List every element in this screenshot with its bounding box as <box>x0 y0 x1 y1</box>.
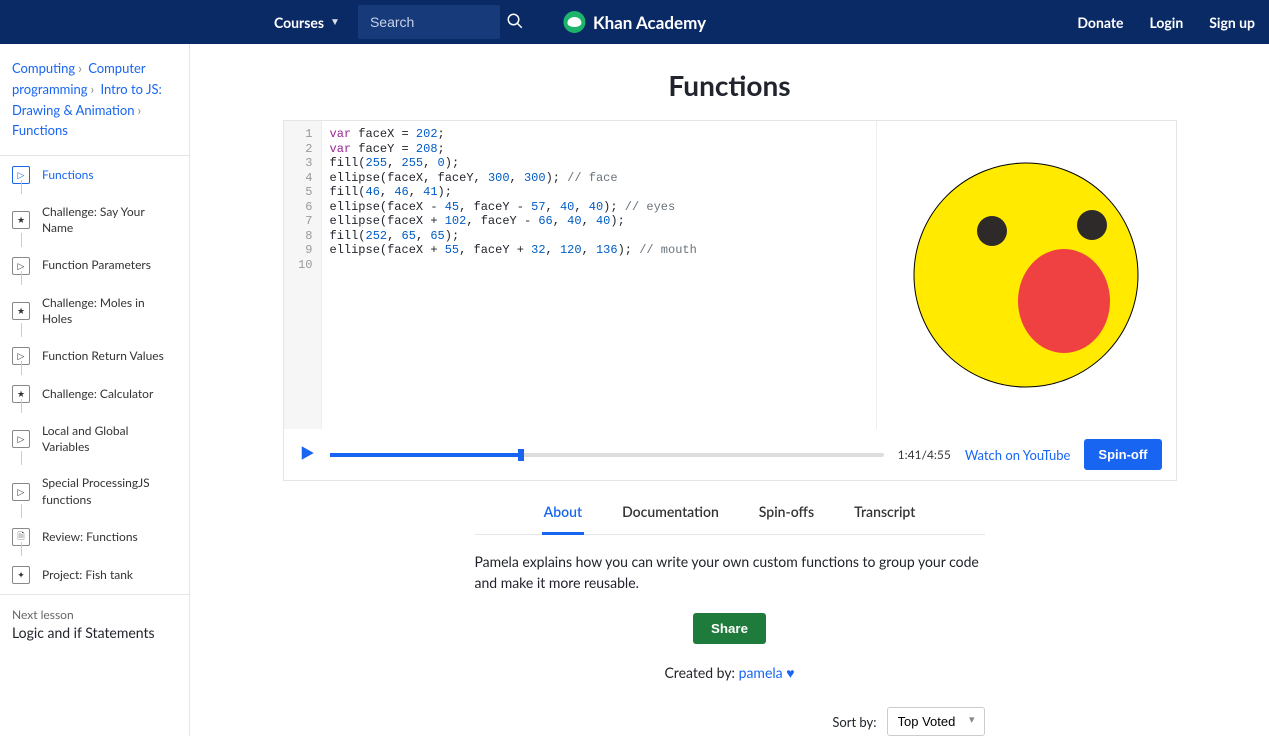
lesson-label: Challenge: Moles in Holes <box>42 295 177 327</box>
login-link[interactable]: Login <box>1150 14 1184 31</box>
page-title: Functions <box>668 68 790 102</box>
brand-logo[interactable]: Khan Academy <box>563 11 706 33</box>
proj-icon: ✦ <box>12 566 30 584</box>
search-input[interactable] <box>370 14 488 30</box>
lesson-label: Challenge: Calculator <box>42 386 153 402</box>
tab-documentation[interactable]: Documentation <box>620 503 721 534</box>
progress-thumb[interactable] <box>518 449 524 461</box>
author-link[interactable]: pamela <box>739 664 783 681</box>
watch-on-youtube-link[interactable]: Watch on YouTube <box>965 447 1071 463</box>
info-tabs: About Documentation Spin-offs Transcript <box>475 503 985 535</box>
breadcrumb-link[interactable]: Computing <box>12 60 75 76</box>
search-box[interactable] <box>358 5 500 39</box>
main-content: Functions 12345678910 var faceX = 202; v… <box>190 44 1269 736</box>
breadcrumb-link[interactable]: Functions <box>12 122 68 138</box>
lesson-item[interactable]: ★ Challenge: Moles in Holes <box>0 285 189 337</box>
sort-row: Sort by: Top Voted <box>475 707 985 736</box>
next-lesson-title: Logic and if Statements <box>12 624 177 641</box>
signup-link[interactable]: Sign up <box>1209 14 1255 31</box>
lesson-label: Function Parameters <box>42 257 151 273</box>
courses-dropdown[interactable]: Courses ▼ <box>274 14 340 31</box>
code-player: 12345678910 var faceX = 202; var faceY =… <box>283 120 1177 481</box>
brand-text: Khan Academy <box>593 12 706 33</box>
lesson-label: Functions <box>42 167 94 183</box>
code-gutter: 12345678910 <box>284 121 322 429</box>
lesson-label: Review: Functions <box>42 529 138 545</box>
code-output <box>876 121 1176 429</box>
next-lesson[interactable]: Next lesson Logic and if Statements <box>0 594 189 665</box>
player-controls: 1:41/4:55 Watch on YouTube Spin-off <box>284 429 1176 480</box>
play-icon: ▷ <box>12 483 30 501</box>
lesson-item[interactable]: ▷Function Parameters <box>0 247 189 285</box>
spinoff-button[interactable]: Spin-off <box>1084 439 1161 470</box>
lesson-item[interactable]: 🗎Review: Functions <box>0 518 189 556</box>
play-icon: ▷ <box>12 430 30 448</box>
breadcrumb: Computing› Computer programming› Intro t… <box>0 44 189 155</box>
lesson-label: Challenge: Say Your Name <box>42 204 177 236</box>
progress-track[interactable] <box>330 453 884 457</box>
lesson-item[interactable]: ▷Functions <box>0 156 189 194</box>
lesson-item[interactable]: ▷Function Return Values <box>0 337 189 375</box>
tab-about[interactable]: About <box>542 503 584 535</box>
top-navbar: Courses ▼ Khan Academy Donate Login Sign… <box>0 0 1269 44</box>
lesson-item[interactable]: ★ Challenge: Say Your Name <box>0 194 189 246</box>
lesson-item[interactable]: ★Challenge: Calculator <box>0 375 189 413</box>
lesson-label: Special ProcessingJS functions <box>42 475 177 507</box>
chevron-down-icon: ▼ <box>330 16 340 28</box>
time-display: 1:41/4:55 <box>898 447 951 462</box>
tab-spin-offs[interactable]: Spin-offs <box>757 503 816 534</box>
sort-select[interactable]: Top Voted <box>887 707 985 736</box>
lesson-label: Project: Fish tank <box>42 567 133 583</box>
search-icon[interactable] <box>506 12 524 33</box>
sort-label: Sort by: <box>832 714 876 730</box>
sidebar: Computing› Computer programming› Intro t… <box>0 44 190 736</box>
about-text: Pamela explains how you can write your o… <box>475 551 985 593</box>
star-icon: ★ <box>12 302 30 320</box>
heart-icon: ♥ <box>786 664 794 681</box>
leaf-icon <box>563 11 585 33</box>
lesson-item[interactable]: ✦ Project: Fish tank <box>0 556 189 594</box>
code-editor[interactable]: var faceX = 202; var faceY = 208; fill(2… <box>322 121 876 429</box>
lesson-label: Function Return Values <box>42 348 164 364</box>
lesson-item[interactable]: ▷ Local and Global Variables <box>0 413 189 465</box>
next-lesson-label: Next lesson <box>12 607 177 622</box>
share-button[interactable]: Share <box>693 613 766 644</box>
tab-transcript[interactable]: Transcript <box>852 503 917 534</box>
created-by: Created by: pamela ♥ <box>664 664 794 681</box>
lesson-label: Local and Global Variables <box>42 423 177 455</box>
lesson-item[interactable]: ▷ Special ProcessingJS functions <box>0 465 189 517</box>
star-icon: ★ <box>12 211 30 229</box>
donate-link[interactable]: Donate <box>1077 14 1123 31</box>
play-button[interactable] <box>298 444 316 466</box>
created-by-label: Created by: <box>664 664 738 681</box>
courses-label: Courses <box>274 14 324 31</box>
